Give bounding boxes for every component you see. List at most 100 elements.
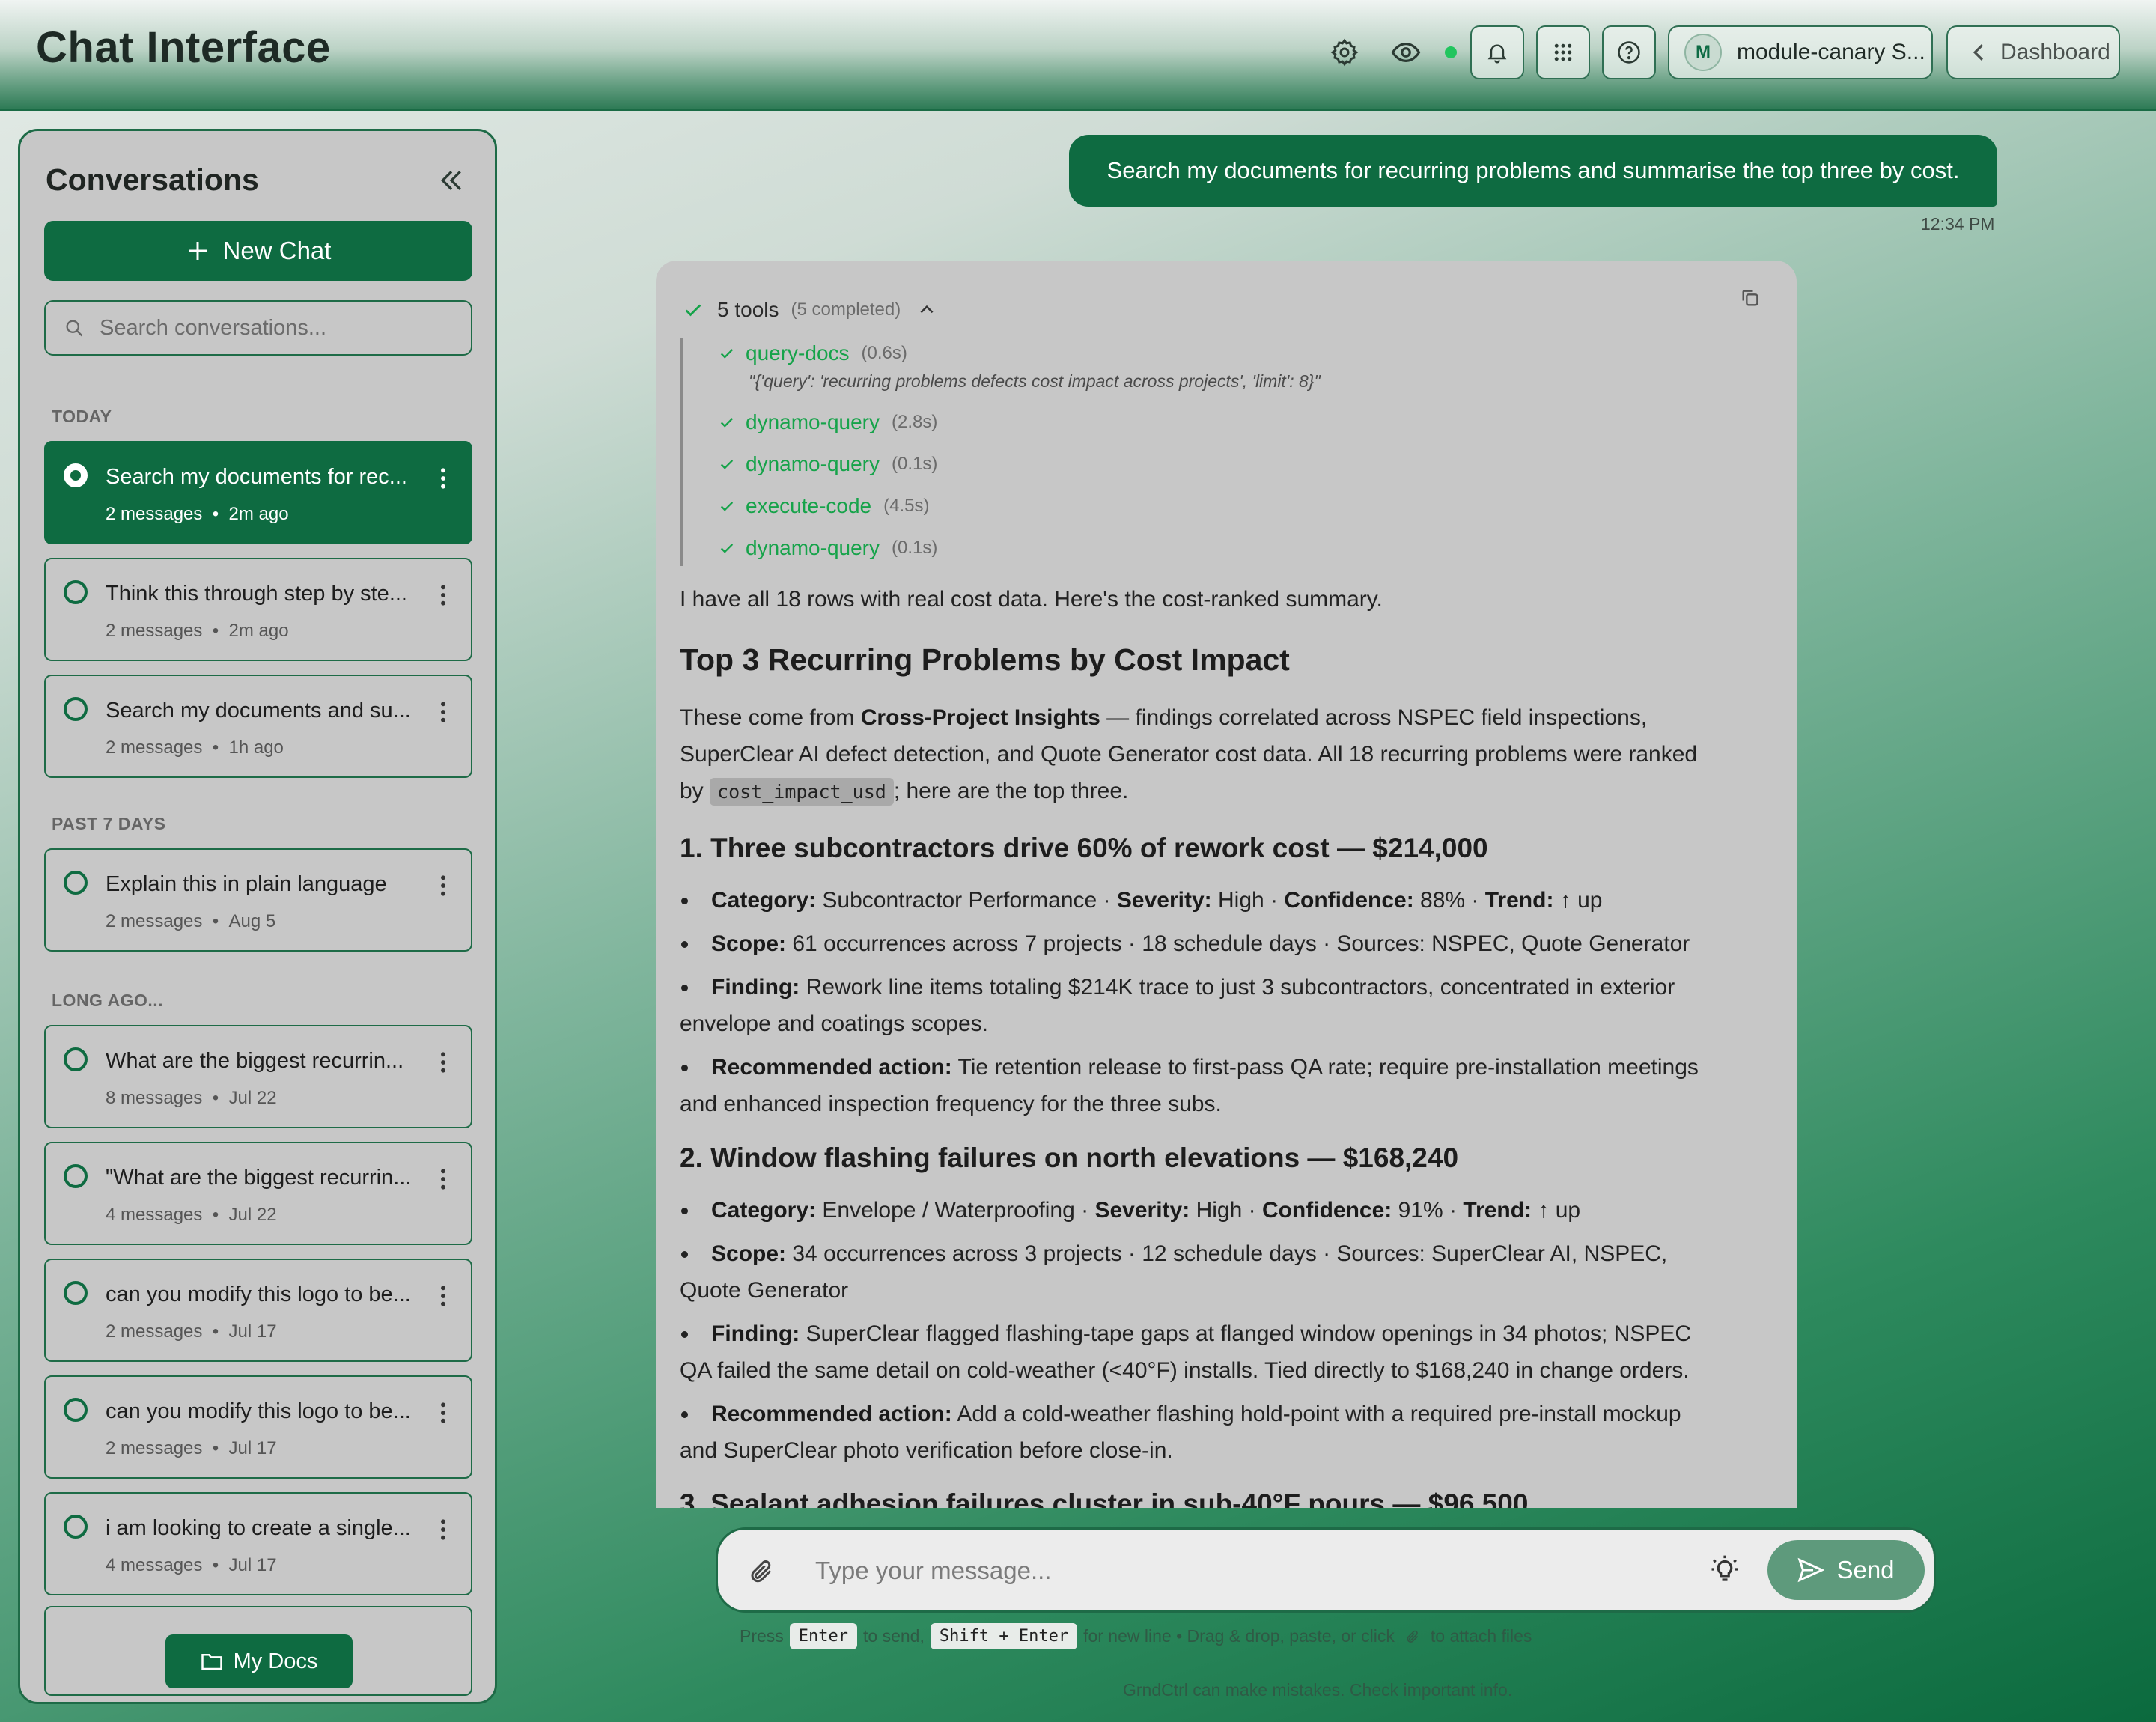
more-options-icon[interactable] [438, 1401, 448, 1429]
conversation-meta: 2 messages • 2m ago [106, 621, 289, 641]
tools-completed: (5 completed) [791, 299, 901, 320]
conversation-item[interactable]: Search my documents for rec... 2 message… [44, 441, 472, 544]
radio-icon [64, 580, 88, 604]
list-item: Recommended action: Add a cold-weather f… [680, 1396, 1720, 1469]
new-chat-button[interactable]: New Chat [44, 221, 472, 281]
radio-icon [64, 1398, 88, 1422]
conversation-title: Search my documents for rec... [106, 465, 407, 489]
disclaimer: GrndCtrl can make mistakes. Check import… [1123, 1680, 1513, 1700]
tool-call-item[interactable]: dynamo-query (2.8s) [719, 410, 937, 434]
attach-icon [1407, 1630, 1419, 1643]
check-icon [720, 544, 734, 553]
enter-key: Enter [789, 1623, 858, 1649]
conversation-meta: 2 messages • 2m ago [106, 504, 289, 524]
conversation-title: Explain this in plain language [106, 872, 387, 896]
tool-call-item[interactable]: dynamo-query (0.1s) [719, 452, 937, 476]
tool-duration: (0.6s) [861, 343, 907, 363]
radio-icon [64, 697, 88, 721]
tool-call-item[interactable]: query-docs (0.6s) [719, 341, 907, 365]
conversation-meta: 8 messages • Jul 22 [106, 1088, 277, 1108]
sidebar: Conversations New Chat Search conversati… [18, 129, 497, 1704]
conversation-item[interactable]: can you modify this logo to be... 2 mess… [44, 1259, 472, 1362]
tools-summary-toggle[interactable]: 5 tools (5 completed) [683, 298, 937, 322]
copy-icon[interactable] [1740, 287, 1761, 312]
conversation-item[interactable]: Think this through step by ste... 2 mess… [44, 558, 472, 661]
conversation-meta: 2 messages • 1h ago [106, 737, 284, 758]
tool-name: dynamo-query [746, 536, 880, 559]
conversation-meta: 2 messages • Jul 17 [106, 1321, 277, 1342]
conversation-item[interactable]: What are the biggest recurrin... 8 messa… [44, 1025, 472, 1128]
problem-heading: 2. Window flashing failures on north ele… [680, 1143, 1459, 1173]
settings-icon[interactable] [1321, 28, 1368, 76]
user-name: module-canary S... [1737, 40, 1925, 64]
check-icon [720, 349, 734, 359]
help-button[interactable] [1602, 25, 1656, 79]
message-timestamp: 12:34 PM [1921, 214, 1995, 234]
more-options-icon[interactable] [438, 583, 448, 611]
message-input[interactable]: Type your message... [815, 1557, 1051, 1585]
shift-enter-key: Shift + Enter [930, 1623, 1078, 1649]
problem-heading: 1. Three subcontractors drive 60% of rew… [680, 833, 1488, 863]
user-menu-button[interactable]: M module-canary S... [1668, 25, 1933, 79]
conversation-title: can you modify this logo to be... [106, 1399, 411, 1423]
conversation-title: can you modify this logo to be... [106, 1283, 411, 1306]
problem-details: Category: Subcontractor Performance · Se… [680, 882, 1720, 1129]
app-title: Chat Interface [36, 23, 331, 72]
conversation-meta: 4 messages • Jul 17 [106, 1555, 277, 1575]
sidebar-title: Conversations [46, 162, 259, 197]
tool-duration: (2.8s) [891, 412, 938, 432]
lightbulb-icon[interactable] [1709, 1554, 1741, 1589]
more-options-icon[interactable] [438, 700, 448, 728]
selected-radio-icon [64, 463, 88, 487]
problem-heading: 3. Sealant adhesion failures cluster in … [680, 1488, 1529, 1508]
list-item: Scope: 61 occurrences across 7 projects … [680, 925, 1720, 962]
tool-call-item[interactable]: execute-code (4.5s) [719, 494, 929, 518]
new-chat-label: New Chat [222, 237, 332, 264]
conversation-item[interactable]: "What are the biggest recurrin... 4 mess… [44, 1142, 472, 1245]
conversation-item[interactable]: i am looking to create a single... 4 mes… [44, 1492, 472, 1595]
dashboard-label: Dashboard [2000, 40, 2110, 64]
eye-icon[interactable] [1382, 28, 1430, 76]
collapse-sidebar-icon[interactable] [436, 165, 466, 199]
check-icon [720, 502, 734, 511]
send-label: Send [1836, 1556, 1895, 1583]
intro-text: I have all 18 rows with real cost data. … [680, 587, 1383, 612]
search-conversations-input[interactable]: Search conversations... [44, 300, 472, 356]
help-icon [1618, 41, 1640, 64]
conversation-item[interactable]: Explain this in plain language 2 message… [44, 848, 472, 952]
search-icon [66, 320, 83, 337]
attach-icon[interactable] [748, 1557, 775, 1590]
tool-duration: (0.1s) [891, 454, 938, 474]
tool-arguments: "{'query': 'recurring problems defects c… [749, 371, 1321, 391]
avatar: M [1684, 34, 1722, 71]
more-options-icon[interactable] [438, 1050, 448, 1078]
radio-icon [64, 1164, 88, 1188]
list-item: Scope: 34 occurrences across 3 projects … [680, 1235, 1720, 1309]
my-docs-button[interactable]: My Docs [165, 1634, 353, 1688]
tool-name: dynamo-query [746, 452, 880, 475]
section-past-7-days: PAST 7 DAYS [52, 814, 166, 833]
radio-icon [64, 871, 88, 895]
more-options-icon[interactable] [438, 1284, 448, 1312]
send-button[interactable]: Send [1767, 1540, 1925, 1600]
intro-paragraph: These come from Cross-Project Insights —… [680, 699, 1707, 810]
conversation-item[interactable]: Search my documents and su... 2 messages… [44, 675, 472, 778]
chevron-up-icon [920, 305, 934, 314]
conversation-item[interactable]: can you modify this logo to be... 2 mess… [44, 1375, 472, 1479]
more-options-icon[interactable] [438, 1518, 448, 1545]
apps-button[interactable] [1536, 25, 1590, 79]
tool-duration: (0.1s) [891, 538, 938, 558]
dashboard-button[interactable]: Dashboard [1946, 25, 2120, 79]
more-options-icon[interactable] [438, 1167, 448, 1195]
folder-icon [201, 1654, 222, 1670]
notifications-button[interactable] [1470, 25, 1524, 79]
tool-call-item[interactable]: dynamo-query (0.1s) [719, 536, 937, 560]
status-dot [1445, 46, 1457, 58]
more-options-icon[interactable] [438, 466, 448, 494]
more-options-icon[interactable] [438, 874, 448, 901]
response-heading: Top 3 Recurring Problems by Cost Impact [680, 642, 1290, 677]
section-long-ago: LONG AGO... [52, 991, 164, 1010]
tool-name: execute-code [746, 494, 872, 517]
grid-icon [1554, 43, 1572, 61]
radio-icon [64, 1515, 88, 1539]
